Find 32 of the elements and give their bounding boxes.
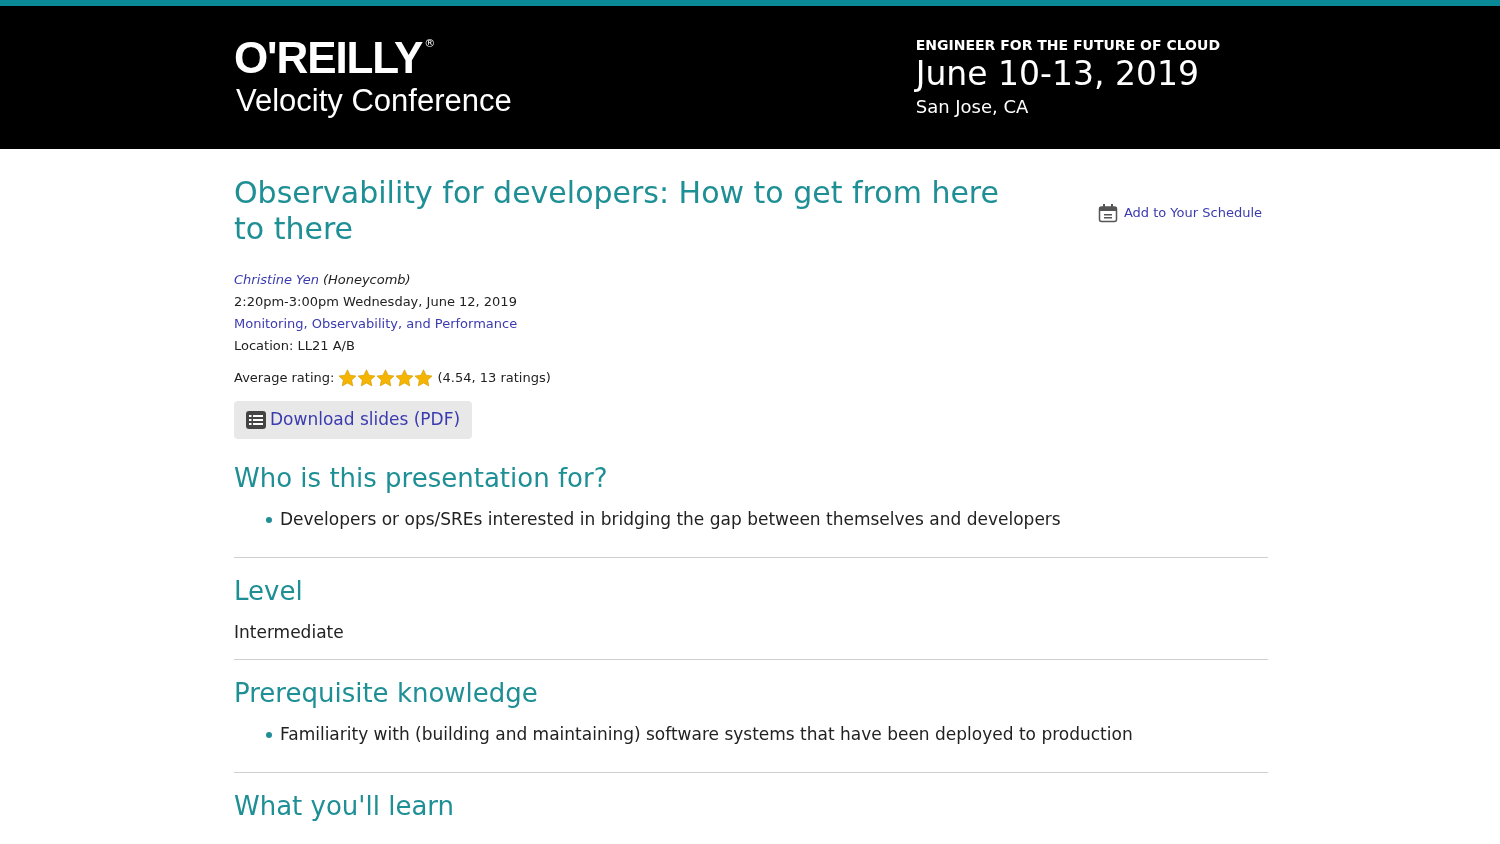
conference-name: Velocity Conference <box>236 82 512 120</box>
bullet-text: Familiarity with (building and maintaining) software systems that have been deployed to production <box>280 723 1133 746</box>
registered-mark: ® <box>424 36 436 52</box>
session-time: 2:20pm-3:00pm Wednesday, June 12, 2019 <box>234 293 518 311</box>
add-to-schedule-link[interactable]: Add to Your Schedule <box>1097 203 1262 223</box>
speaker-company: (Honeycomb) <box>322 271 411 289</box>
section-heading: Who is this presentation for? <box>234 462 609 495</box>
section-heading: Prerequisite knowledge <box>234 677 539 710</box>
logo-wordmark: O'REILLY <box>234 34 423 82</box>
star-icon <box>338 369 358 387</box>
bullet-text: Developers or ops/SREs interested in bridging the gap between themselves and developers <box>280 508 1061 531</box>
event-dates: June 10-13, 2019 <box>915 54 1200 94</box>
rating-summary: (4.54, 13 ratings) <box>437 369 551 387</box>
list-icon <box>246 411 266 429</box>
star-icon <box>414 369 434 387</box>
topic-link[interactable]: Monitoring, Observability, and Performance <box>234 316 518 331</box>
section-heading: What you'll learn <box>234 789 456 823</box>
session-room: Location: LL21 A/B <box>234 337 356 355</box>
star-icon <box>357 369 377 387</box>
section-text: Intermediate <box>234 620 345 644</box>
speaker-link[interactable]: Christine Yen <box>234 269 319 291</box>
star-icon <box>395 369 415 387</box>
bullet-icon <box>266 516 272 523</box>
section-heading: Level <box>234 574 304 608</box>
star-icon <box>376 369 396 387</box>
session-title: Observability for developers: How to get from here to there <box>234 175 1000 247</box>
bullet-icon <box>266 731 272 738</box>
rating-label: Average rating: <box>234 369 335 387</box>
event-location: San Jose, CA <box>915 95 1030 119</box>
calendar-icon <box>1097 203 1118 223</box>
download-slides-button[interactable]: Download slides (PDF) <box>234 401 473 439</box>
tagline: ENGINEER FOR THE FUTURE OF CLOUD <box>915 36 1220 54</box>
